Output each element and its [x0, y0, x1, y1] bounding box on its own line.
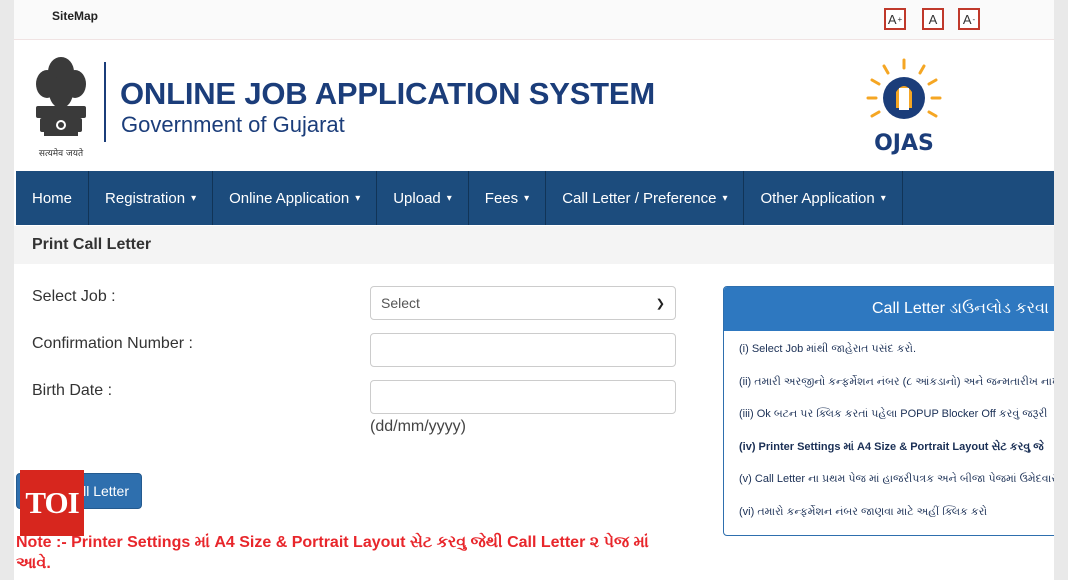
site-subtitle: Government of Gujarat — [121, 112, 345, 137]
section-header: Print Call Letter — [14, 226, 1054, 264]
instruction-item-link[interactable]: (vi) તમારો કન્ફર્મેશન નંબર જાણવા માટે અહ… — [739, 502, 1054, 535]
nav-registration-label: Registration — [105, 189, 186, 207]
header-divider — [104, 62, 106, 142]
instructions-panel: Call Letter ડાઉનલોડ કરવા (i) Select Job … — [723, 286, 1054, 536]
nav-home[interactable]: Home — [16, 171, 90, 225]
font-increase-button[interactable]: A + — [884, 8, 906, 30]
nav-other-application[interactable]: Other Application ▾ — [744, 171, 903, 225]
nav-upload-label: Upload — [393, 189, 441, 207]
caret-down-icon: ▾ — [446, 192, 452, 204]
instruction-item: (ii) તમારી અરજીનો કન્ફર્મેશન નંબર (૮ આંક… — [739, 375, 1054, 388]
select-job-value: Select — [381, 295, 420, 311]
sitemap-link[interactable]: SiteMap — [52, 9, 98, 23]
birth-date-label: Birth Date : — [32, 382, 113, 399]
nav-call-letter-preference[interactable]: Call Letter / Preference ▾ — [546, 171, 745, 225]
emblem-motto: सत्यमेव जयते — [39, 147, 84, 159]
nav-online-application[interactable]: Online Application ▾ — [213, 171, 378, 225]
nav-other-application-label: Other Application — [760, 189, 875, 207]
printer-settings-note: Note :- Printer Settings માં A4 Size & P… — [16, 534, 649, 572]
instruction-item: (i) Select Job માંથી જાહેરાત પસંદ કરો. — [739, 343, 917, 355]
select-job-dropdown[interactable]: Select ❯ — [370, 286, 676, 320]
caret-down-icon: ▾ — [355, 192, 361, 204]
confirmation-number-input[interactable] — [370, 333, 676, 367]
birth-date-input[interactable] — [370, 380, 676, 414]
page: SiteMap A + A A- सत्यमेव जयते ONLINE JOB … — [14, 0, 1054, 580]
site-header: सत्यमेव जयते ONLINE JOB APPLICATION SYST… — [14, 40, 1054, 171]
caret-down-icon: ▾ — [880, 192, 886, 204]
font-decrease-button[interactable]: A- — [958, 8, 980, 30]
caret-down-icon: ▾ — [191, 192, 197, 204]
select-job-label: Select Job : — [32, 288, 116, 305]
page-title: Print Call Letter — [32, 236, 152, 253]
site-title: ONLINE JOB APPLICATION SYSTEM — [120, 76, 656, 111]
instruction-item: (v) Call Letter ના પ્રથમ પેજ માં હાજરીપત… — [739, 473, 1054, 485]
confirmation-number-label: Confirmation Number : — [32, 335, 193, 352]
instruction-item: (iii) Ok બટન પર ક્લિક કરતાં પહેલા POPUP … — [739, 408, 1048, 420]
main-nav: Home Registration ▾ Online Application ▾ U… — [16, 171, 1054, 225]
font-normal-button[interactable]: A — [922, 8, 944, 30]
font-increase-sup: + — [897, 14, 903, 24]
nav-online-application-label: Online Application — [229, 189, 350, 207]
font-decrease-sup: - — [972, 14, 976, 24]
top-utility-bar: SiteMap A + A A- — [14, 0, 1054, 40]
nav-fees-label: Fees — [484, 189, 519, 207]
font-increase-letter: A — [887, 11, 897, 27]
nav-home-label: Home — [32, 189, 73, 207]
chevron-down-icon: ❯ — [655, 297, 665, 310]
nav-registration[interactable]: Registration ▾ — [89, 171, 214, 225]
instruction-item: (iv) Printer Settings માં A4 Size & Port… — [739, 440, 1044, 453]
font-decrease-letter: A — [962, 11, 972, 27]
toi-watermark-badge: TOI — [20, 470, 84, 536]
date-format-hint: (dd/mm/yyyy) — [370, 418, 466, 435]
instructions-header: Call Letter ડાઉનલોડ કરવા — [724, 287, 1054, 331]
caret-down-icon: ▾ — [722, 192, 728, 204]
caret-down-icon: ▾ — [524, 192, 530, 204]
instructions-list: (i) Select Job માંથી જાહેરાત પસંદ કરો. (… — [724, 331, 1054, 534]
nav-upload[interactable]: Upload ▾ — [377, 171, 469, 225]
national-emblem-icon: सत्यमेव जयते — [36, 57, 86, 159]
nav-call-letter-label: Call Letter / Preference — [562, 189, 717, 207]
ojas-logo-text: OJAS — [874, 131, 934, 156]
font-normal-letter: A — [928, 11, 938, 27]
ojas-logo-icon: OJAS — [866, 58, 942, 156]
nav-fees[interactable]: Fees ▾ — [469, 171, 547, 225]
